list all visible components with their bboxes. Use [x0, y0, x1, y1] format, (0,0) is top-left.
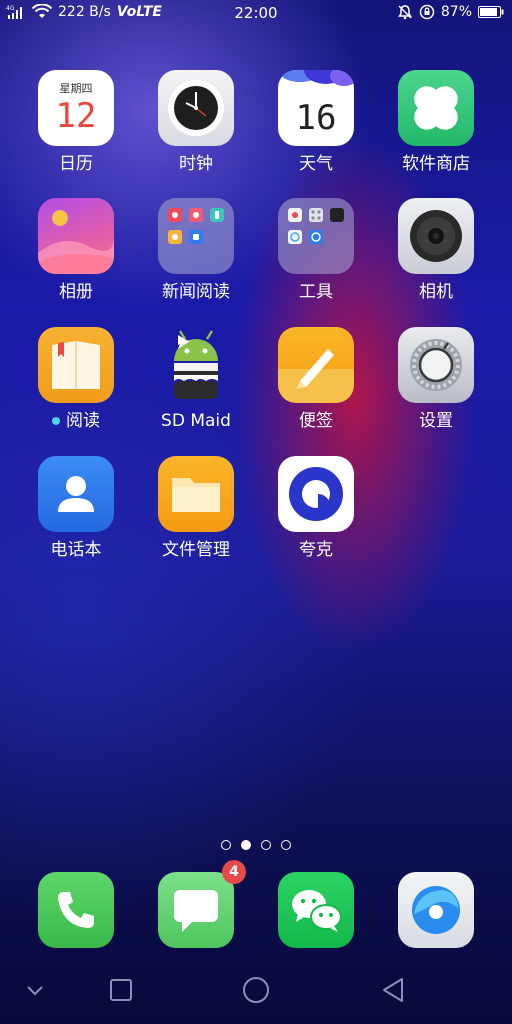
- page-dot[interactable]: [221, 840, 231, 850]
- home-circle-icon[interactable]: [241, 975, 271, 1005]
- quark-browser-icon: [278, 456, 354, 532]
- app-label: 相机: [419, 282, 453, 302]
- calendar-weekday: 星期四: [59, 82, 93, 95]
- weather-day: 16: [295, 98, 337, 138]
- calendar-day: 12: [55, 96, 97, 136]
- app-label: SD Maid: [161, 411, 231, 431]
- app-label: 文件管理: [162, 540, 230, 560]
- dock-wechat[interactable]: [278, 872, 354, 948]
- contacts-icon: [38, 456, 114, 532]
- app-label-text: 阅读: [66, 411, 100, 431]
- rotation-lock-icon: [419, 4, 435, 20]
- dock-browser[interactable]: [398, 872, 474, 948]
- file-manager-icon: [158, 456, 234, 532]
- page-dot-active[interactable]: [241, 840, 251, 850]
- app-contacts[interactable]: 电话本: [26, 456, 126, 576]
- folder-icon: [158, 198, 234, 274]
- folder-news[interactable]: 新闻阅读: [146, 198, 246, 318]
- app-clock[interactable]: 时钟: [146, 70, 246, 190]
- app-store[interactable]: 软件商店: [386, 70, 486, 190]
- silent-bell-icon: [397, 5, 412, 20]
- hide-nav-chevron-icon[interactable]: [20, 975, 50, 1005]
- camera-icon: [398, 198, 474, 274]
- app-label: 阅读: [26, 411, 126, 431]
- app-settings[interactable]: 设置: [386, 327, 486, 447]
- settings-icon: [398, 327, 474, 403]
- page-indicator[interactable]: [0, 840, 512, 850]
- navigation-bar: [0, 965, 512, 1015]
- unread-badge: 4: [222, 860, 246, 884]
- app-calendar[interactable]: 星期四 12 日历: [26, 70, 126, 190]
- folder-icon: [278, 198, 354, 274]
- back-triangle-icon[interactable]: [378, 975, 408, 1005]
- calendar-icon: 星期四 12: [38, 70, 114, 146]
- book-icon: [38, 327, 114, 403]
- status-right: 87%: [397, 4, 504, 20]
- app-label: 新闻阅读: [162, 282, 230, 302]
- page-dot[interactable]: [281, 840, 291, 850]
- app-label: 工具: [299, 282, 333, 302]
- app-label: 便签: [299, 411, 333, 431]
- home-screen: 4G 222 B/s VoLTE 22:00 87% 星期四 12 日历 时钟 …: [0, 0, 512, 1024]
- weather-icon: 16: [278, 70, 354, 146]
- app-label: 夸克: [299, 540, 333, 560]
- dock-messages[interactable]: 4: [158, 860, 246, 948]
- app-label: 相册: [59, 282, 93, 302]
- android-maid-icon: [158, 327, 234, 403]
- page-dot[interactable]: [261, 840, 271, 850]
- messages-icon: [174, 890, 218, 932]
- app-label: 天气: [299, 154, 333, 174]
- app-store-icon: [398, 70, 474, 146]
- app-label: 时钟: [179, 154, 213, 174]
- gallery-icon: [38, 198, 114, 274]
- dock-phone[interactable]: [38, 872, 114, 948]
- clock-icon: [158, 70, 234, 146]
- app-notes[interactable]: 便签: [266, 327, 366, 447]
- status-bar: 4G 222 B/s VoLTE 22:00 87%: [0, 0, 512, 26]
- new-indicator-dot: [52, 417, 60, 425]
- app-label: 电话本: [50, 540, 102, 560]
- notes-icon: [278, 327, 354, 403]
- app-weather[interactable]: 16 天气: [266, 70, 366, 190]
- app-file-manager[interactable]: 文件管理: [146, 456, 246, 576]
- app-sd-maid[interactable]: SD Maid: [146, 327, 246, 447]
- app-gallery[interactable]: 相册: [26, 198, 126, 318]
- battery-percent: 87%: [440, 4, 472, 20]
- browser-icon: [412, 886, 460, 934]
- app-label: 设置: [419, 411, 453, 431]
- recents-square-icon[interactable]: [106, 975, 136, 1005]
- app-camera[interactable]: 相机: [386, 198, 486, 318]
- battery-icon: [478, 6, 504, 18]
- phone-icon: [58, 892, 94, 928]
- app-label: 软件商店: [402, 154, 470, 174]
- wechat-icon: [292, 890, 342, 932]
- app-quark[interactable]: 夸克: [266, 456, 366, 576]
- app-label: 日历: [59, 154, 93, 174]
- folder-tools[interactable]: 工具: [266, 198, 366, 318]
- app-reader[interactable]: 阅读: [26, 327, 126, 447]
